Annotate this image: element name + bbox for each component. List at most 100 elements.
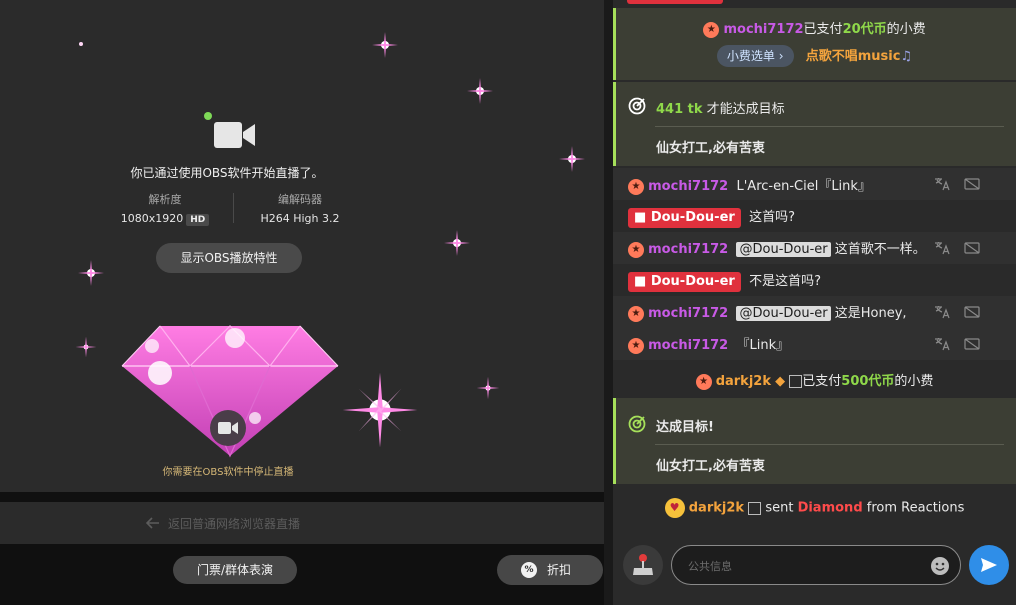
message-tools: [934, 168, 980, 200]
document-icon: [748, 501, 762, 515]
hd-badge: HD: [186, 214, 210, 226]
host-badge-partial: [627, 0, 723, 4]
translate-icon[interactable]: [934, 337, 950, 351]
reaction-line: ♥ darkj2k sent Diamond from Reactions: [613, 498, 1016, 518]
host-badge[interactable]: ■ Dou-Dou-er: [628, 207, 741, 228]
report-icon[interactable]: [964, 177, 980, 191]
message-line: ★ mochi7172 『Link』: [628, 334, 789, 354]
star-icon: ★: [628, 178, 644, 195]
goal-tokens: 441 tk: [656, 102, 703, 117]
translate-icon[interactable]: [934, 241, 950, 255]
goal-reached: 达成目标! 仙女打工,必有苦衷: [613, 398, 1016, 484]
chat-username[interactable]: mochi7172: [648, 179, 728, 194]
goal-title: 仙女打工,必有苦衷: [656, 459, 765, 474]
report-icon[interactable]: [964, 241, 980, 255]
shield-icon: ◆: [775, 374, 786, 389]
resolution-info: 解析度 1080x1920 HD: [110, 191, 220, 226]
accent-bar: [613, 82, 616, 166]
chat-username: Dou-Dou-er: [650, 209, 735, 225]
joystick-button[interactable]: [623, 545, 663, 585]
heart-eyes-emoji-icon: ♥: [664, 498, 685, 518]
tip-menu-chip[interactable]: 小费选单 ›: [716, 45, 794, 67]
star-icon: ★: [695, 373, 712, 390]
message-tools: [934, 328, 980, 360]
chat-username[interactable]: mochi7172: [648, 306, 728, 321]
chat-username[interactable]: mochi7172: [648, 242, 728, 257]
star-icon: ★: [628, 337, 644, 354]
message-tools: [934, 232, 980, 264]
send-icon: [981, 558, 997, 572]
reaction-item: Diamond: [797, 500, 863, 516]
chat-message: ★ mochi7172 @Dou-Dou-er 这首歌不一样。: [613, 232, 1016, 264]
message-text: 『Link』: [736, 338, 790, 353]
sparkle-decoration: [444, 230, 470, 256]
sparkle-decoration: [467, 78, 493, 104]
tip-text-after: 的小费: [894, 374, 934, 389]
tip-text-before: 已支付: [802, 374, 842, 389]
sparkle-decoration: [78, 260, 104, 286]
camera-off-icon: [218, 422, 238, 434]
tip-menu-label: 小费选单: [726, 49, 775, 63]
stop-stream-camera-button[interactable]: [210, 410, 246, 446]
message-text: 这首吗?: [749, 210, 795, 225]
send-button[interactable]: [969, 545, 1009, 585]
discount-label: 折扣: [547, 563, 572, 577]
goal-remaining: 441 tk 才能达成目标: [656, 98, 785, 117]
joystick-icon: [633, 554, 653, 575]
mention[interactable]: @Dou-Dou-er: [736, 306, 831, 321]
video-stage: 你已通过使用OBS软件开始直播了。 解析度 1080x1920 HD 编解码器 H…: [0, 0, 604, 492]
sparkle-decoration: [79, 42, 83, 46]
resolution-value: 1080x1920: [120, 212, 184, 225]
report-icon[interactable]: [964, 337, 980, 351]
chat-message: ★ mochi7172 『Link』: [613, 328, 1016, 360]
mention[interactable]: @Dou-Dou-er: [736, 242, 831, 257]
sparkle-decoration: [372, 32, 398, 58]
live-camera-indicator: [200, 112, 260, 152]
goal-text: 才能达成目标: [706, 102, 785, 117]
public-message-input[interactable]: 公共信息: [671, 545, 961, 585]
resolution-label: 解析度: [148, 193, 182, 206]
report-icon[interactable]: [964, 305, 980, 319]
broadcast-pane: 你已通过使用OBS软件开始直播了。 解析度 1080x1920 HD 编解码器 H…: [0, 0, 604, 605]
tip-username[interactable]: darkj2k: [716, 374, 771, 389]
translate-icon[interactable]: [934, 177, 950, 191]
reaction-notification: ♥ darkj2k sent Diamond from Reactions: [613, 486, 1016, 530]
percent-icon: %: [521, 562, 537, 578]
tip-text-before: 已支付: [803, 22, 843, 37]
back-to-browser-label: 返回普通网络浏览器直播: [168, 517, 301, 531]
back-to-browser-bar[interactable]: 返回普通网络浏览器直播: [0, 502, 604, 544]
message-text: 这首歌不一样。: [834, 242, 926, 257]
resolution-value-row: 1080x1920 HD: [110, 212, 220, 226]
star-icon: ★: [628, 305, 644, 322]
obs-streaming-message: 你已通过使用OBS软件开始直播了。: [130, 166, 324, 180]
show-obs-properties-button[interactable]: 显示OBS播放特性: [156, 243, 302, 273]
message-text: 这是Honey,: [834, 306, 907, 321]
chat-message: ■ Dou-Dou-er 不是这首吗?: [613, 264, 1016, 296]
ticket-show-button[interactable]: 门票/群体表演: [173, 556, 297, 584]
emoji-icon[interactable]: [930, 556, 950, 576]
host-badge[interactable]: ■ Dou-Dou-er: [628, 271, 741, 292]
sparkle-decoration: [342, 372, 418, 448]
tip-line: ★ mochi7172已支付20代币的小费: [613, 18, 1016, 38]
chat-username: Dou-Dou-er: [650, 273, 735, 289]
star-icon: ★: [703, 21, 720, 38]
translate-icon[interactable]: [934, 305, 950, 319]
info-divider: [233, 193, 234, 223]
goal-icon: [628, 97, 646, 115]
goal-divider: [655, 126, 1004, 127]
codec-info: 编解码器 H264 High 3.2: [248, 191, 352, 225]
goal-progress: 441 tk 才能达成目标 仙女打工,必有苦衷: [613, 82, 1016, 166]
music-icon: ♫: [900, 49, 913, 64]
reaction-username[interactable]: darkj2k: [689, 501, 744, 516]
tip-username[interactable]: mochi7172: [723, 22, 803, 37]
chat-row-partial: [613, 0, 1016, 8]
app-root: 你已通过使用OBS软件开始直播了。 解析度 1080x1920 HD 编解码器 H…: [0, 0, 1016, 605]
star-icon: ★: [628, 241, 644, 258]
discount-button[interactable]: % 折扣: [497, 555, 603, 585]
stop-in-obs-hint: 你需要在OBS软件中停止直播: [162, 467, 294, 478]
goal-title: 仙女打工,必有苦衷: [656, 141, 765, 156]
live-dot: [204, 112, 212, 120]
chat-username[interactable]: mochi7172: [648, 338, 728, 353]
goal-divider: [655, 444, 1004, 445]
chat-message: ★ mochi7172 L'Arc-en-Ciel『Link』: [613, 168, 1016, 200]
